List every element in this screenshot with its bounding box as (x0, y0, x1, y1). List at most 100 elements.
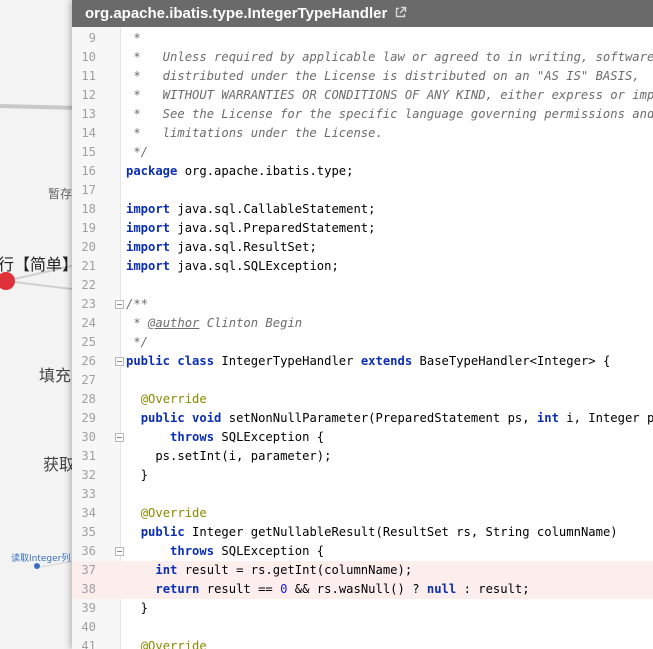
code-line[interactable]: 39 } (72, 599, 653, 618)
code-line[interactable]: 27 (72, 371, 653, 390)
code-token: } (126, 601, 149, 615)
code-token: */ (126, 335, 149, 349)
code-text: throws SQLException { (126, 542, 324, 561)
code-token: public class (126, 354, 215, 368)
code-text: import java.sql.PreparedStatement; (126, 219, 375, 238)
code-text: @Override (126, 637, 207, 649)
code-line[interactable]: 35 public Integer getNullableResult(Resu… (72, 523, 653, 542)
code-line[interactable]: 20 import java.sql.ResultSet; (72, 238, 653, 257)
fold-toggle-icon[interactable] (115, 433, 124, 442)
source-code-popup: 9 * 10 * Unless required by applicable la… (72, 0, 653, 649)
code-line[interactable]: 19 import java.sql.PreparedStatement; (72, 219, 653, 238)
code-line[interactable]: 16 package org.apache.ibatis.type; (72, 162, 653, 181)
code-line[interactable]: 22 (72, 276, 653, 295)
code-line[interactable]: 14 * limitations under the License. (72, 124, 653, 143)
code-text: import java.sql.ResultSet; (126, 238, 317, 257)
code-line[interactable]: 23 /** (72, 295, 653, 314)
code-line[interactable]: 13 * See the License for the specific la… (72, 105, 653, 124)
code-line[interactable]: 31 ps.setInt(i, parameter); (72, 447, 653, 466)
fold-toggle-icon[interactable] (115, 547, 124, 556)
mindmap-node-read-int-col[interactable]: 读取Integer列 (11, 551, 70, 564)
code-view[interactable]: 9 * 10 * Unless required by applicable la… (72, 27, 653, 649)
external-link-icon[interactable] (394, 1, 407, 28)
code-text: * (126, 29, 140, 48)
mindmap-node-zancun[interactable]: 暂存 (48, 185, 72, 202)
code-line[interactable]: 24 * @author Clinton Begin (72, 314, 653, 333)
code-text: */ (126, 143, 148, 162)
code-token: setNonNullParameter(PreparedStatement ps… (221, 411, 537, 425)
mindmap-node-tianchong[interactable]: 填充 (39, 362, 71, 386)
code-line[interactable]: 29 public void setNonNullParameter(Prepa… (72, 409, 653, 428)
code-line[interactable]: 17 (72, 181, 653, 200)
code-line[interactable]: 9 * (72, 29, 653, 48)
code-token: * See the License for the specific langu… (126, 107, 653, 121)
popup-titlebar: org.apache.ibatis.type.IntegerTypeHandle… (72, 0, 653, 27)
code-text: * @author Clinton Begin (126, 314, 302, 333)
code-text: @Override (126, 504, 207, 523)
mindmap-node-huoqu[interactable]: 获取 (43, 451, 75, 475)
code-token: ps.setInt(i, parameter); (126, 449, 332, 463)
code-token: int (536, 411, 559, 425)
line-number: 17 (81, 183, 96, 197)
code-token: result = rs.getInt(columnName); (177, 563, 413, 577)
code-text: * Unless required by applicable law or a… (126, 48, 653, 67)
code-token: result == (199, 582, 281, 596)
code-token: extends (360, 354, 413, 368)
code-line[interactable]: 30 throws SQLException { (72, 428, 653, 447)
code-line[interactable]: 15 */ (72, 143, 653, 162)
line-number: 29 (81, 411, 96, 425)
line-number: 37 (81, 563, 96, 577)
code-line[interactable]: 28 @Override (72, 390, 653, 409)
code-line[interactable]: 32 } (72, 466, 653, 485)
code-token: Clinton Begin (199, 316, 303, 330)
code-line[interactable]: 36 throws SQLException { (72, 542, 653, 561)
code-token: SQLException { (214, 544, 325, 558)
code-line[interactable]: 40 (72, 618, 653, 637)
code-line[interactable]: 26 public class IntegerTypeHandler extend… (72, 352, 653, 371)
line-number: 38 (81, 582, 96, 596)
line-number: 14 (81, 126, 96, 140)
code-text: public class IntegerTypeHandler extends … (126, 352, 610, 371)
code-token: java.sql.SQLException; (170, 259, 339, 273)
code-text: public void setNonNullParameter(Prepared… (126, 409, 653, 428)
code-token: @Override (140, 392, 207, 406)
code-line[interactable]: 38 return result == 0 && rs.wasNull() ? … (72, 580, 653, 599)
code-line[interactable]: 11 * distributed under the License is di… (72, 67, 653, 86)
line-number: 10 (81, 50, 96, 64)
line-number: 20 (81, 240, 96, 254)
code-line[interactable]: 21 import java.sql.SQLException; (72, 257, 653, 276)
code-line[interactable]: 33 (72, 485, 653, 504)
fold-toggle-icon[interactable] (115, 300, 124, 309)
code-token: */ (126, 145, 149, 159)
code-line[interactable]: 37 int result = rs.getInt(columnName); (72, 561, 653, 580)
code-line[interactable]: 10 * Unless required by applicable law o… (72, 48, 653, 67)
code-token: : result; (456, 582, 530, 596)
code-text: } (126, 599, 148, 618)
fold-toggle-icon[interactable] (115, 357, 124, 366)
code-token: i, Integer parameter, JdbcType jdbcType) (566, 411, 653, 425)
code-text: * limitations under the License. (126, 124, 382, 143)
code-text: * See the License for the specific langu… (126, 105, 653, 124)
code-line[interactable]: 34 @Override (72, 504, 653, 523)
code-text: public Integer getNullableResult(ResultS… (126, 523, 618, 542)
code-token: import (126, 202, 171, 216)
line-number: 23 (81, 297, 96, 311)
code-line[interactable]: 12 * WITHOUT WARRANTIES OR CONDITIONS OF… (72, 86, 653, 105)
code-text: * WITHOUT WARRANTIES OR CONDITIONS OF AN… (126, 86, 653, 105)
code-token: * distributed under the License is distr… (126, 69, 640, 83)
code-line[interactable]: 18 import java.sql.CallableStatement; (72, 200, 653, 219)
code-text: int result = rs.getInt(columnName); (126, 561, 412, 580)
class-name-title: org.apache.ibatis.type.IntegerTypeHandle… (85, 5, 388, 22)
code-text: package org.apache.ibatis.type; (126, 162, 353, 181)
code-token: Integer getNullableResult(ResultSet rs, … (184, 525, 618, 539)
code-line[interactable]: 41 @Override (72, 637, 653, 649)
line-number: 21 (81, 259, 96, 273)
mindmap-node-main[interactable]: 行【简单】 (0, 251, 78, 275)
code-line[interactable]: 25 */ (72, 333, 653, 352)
code-token: org.apache.ibatis.type; (177, 164, 354, 178)
